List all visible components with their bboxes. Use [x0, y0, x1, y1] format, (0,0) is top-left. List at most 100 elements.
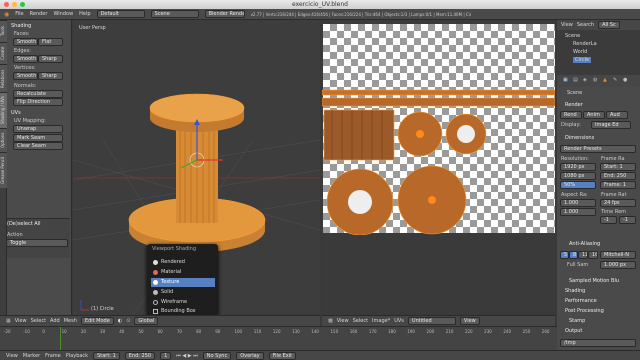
render-tab-icon[interactable]: ▣: [563, 77, 568, 83]
minimize-icon[interactable]: [12, 2, 17, 7]
orientation-dropdown[interactable]: Global: [134, 317, 159, 325]
post-processing-panel[interactable]: Post Processing: [565, 308, 604, 314]
aa-samples-8[interactable]: 8: [569, 251, 578, 259]
menu-mesh[interactable]: Mesh: [64, 318, 77, 324]
edges-smooth-button[interactable]: Smooth: [13, 55, 38, 63]
tab-shading-uvs[interactable]: Shading / UVs: [0, 92, 7, 128]
menu-render[interactable]: Render: [30, 11, 48, 17]
editor-type-icon[interactable]: ▦: [6, 318, 11, 324]
action-dropdown[interactable]: Toggle: [6, 239, 68, 247]
playback-controls[interactable]: ⏮ ◀ ▶ ⏭: [176, 353, 197, 359]
aa-samples-11[interactable]: 11: [578, 251, 588, 259]
faces-flat-button[interactable]: Flat: [38, 38, 63, 46]
mark-seam-button[interactable]: Mark Seam: [13, 134, 63, 142]
operator-title[interactable]: (De)select All: [7, 221, 40, 227]
outliner-item-circle[interactable]: Circle: [573, 57, 592, 63]
shading-wireframe-item[interactable]: Wireframe: [151, 298, 215, 307]
render-presets-dropdown[interactable]: Render Presets: [560, 145, 636, 153]
viewport-shading-button[interactable]: ◐: [118, 318, 122, 324]
pivot-icon[interactable]: ⊙: [126, 318, 130, 324]
uvs-panel-title[interactable]: UVs: [11, 110, 21, 116]
properties-tabs[interactable]: ▣ ▤ ◈ ◍ ▲ ✎ ●: [557, 75, 640, 87]
display-dropdown[interactable]: Image Ed: [591, 121, 631, 129]
resolution-y-field[interactable]: 1080 px: [560, 172, 596, 180]
uv-view-dropdown[interactable]: View: [459, 317, 480, 325]
shading-texture-item[interactable]: Texture: [151, 278, 215, 287]
timeline-view-menu[interactable]: View: [6, 353, 18, 359]
render-button[interactable]: Rend: [560, 111, 582, 119]
layout-selector[interactable]: Default: [96, 10, 145, 18]
faces-smooth-button[interactable]: Smooth: [13, 38, 38, 46]
uv-menu-image[interactable]: Image*: [372, 318, 390, 324]
outliner-item-scene[interactable]: Scene: [565, 33, 580, 39]
resolution-percent-slider[interactable]: 50%: [560, 181, 596, 189]
animation-button[interactable]: Anim: [583, 111, 605, 119]
unwrap-menu[interactable]: Unwrap: [13, 125, 63, 133]
outliner-search-menu[interactable]: Search: [577, 22, 594, 28]
outliner-filter[interactable]: All Sc: [598, 21, 620, 29]
timeline[interactable]: -20 -10 0 10 20 30 40 50 60 70 80 90 100 110 120 130 140…: [0, 326, 557, 351]
outliner-item-world[interactable]: World: [573, 49, 587, 55]
sync-dropdown[interactable]: No Sync: [202, 351, 232, 360]
image-selector[interactable]: Untitled: [407, 317, 456, 325]
aa-size-field[interactable]: 1.000 px: [600, 261, 636, 269]
aa-samples-16[interactable]: 16: [588, 251, 598, 259]
full-sample-checkbox[interactable]: Full Sam: [567, 262, 588, 268]
tab-relations[interactable]: Relations: [0, 64, 7, 92]
aspect-y-field[interactable]: 1.000: [560, 208, 596, 216]
performance-panel[interactable]: Performance: [565, 298, 597, 304]
overlay-button[interactable]: Overlay: [236, 351, 264, 360]
blender-logo-icon[interactable]: ◉: [4, 11, 9, 18]
shading-solid-item[interactable]: Solid: [151, 288, 215, 297]
shading-rendered-item[interactable]: Rendered: [151, 258, 215, 267]
current-frame-indicator[interactable]: [60, 327, 61, 351]
file-exit-button[interactable]: File Exit: [268, 351, 297, 360]
tab-options[interactable]: Options: [0, 128, 7, 152]
edges-sharp-button[interactable]: Sharp: [38, 55, 63, 63]
clear-seam-button[interactable]: Clear Seam: [13, 142, 63, 150]
tab-create[interactable]: Create: [0, 42, 7, 64]
current-frame-field[interactable]: 1: [160, 351, 172, 360]
uv-menu-view[interactable]: View: [337, 318, 349, 324]
mode-dropdown[interactable]: Edit Mode: [80, 317, 114, 325]
scene-tab-icon[interactable]: ◈: [583, 77, 587, 83]
vertices-smooth-button[interactable]: Smooth: [13, 72, 38, 80]
aa-filter-dropdown[interactable]: Mitchell-N: [600, 251, 636, 259]
menu-help[interactable]: Help: [79, 11, 90, 17]
uv-editor-type-icon[interactable]: ▩: [328, 318, 333, 324]
layers-tab-icon[interactable]: ▤: [573, 77, 578, 83]
aa-samples-5[interactable]: 5: [560, 251, 569, 259]
vertices-sharp-button[interactable]: Sharp: [38, 72, 63, 80]
output-panel[interactable]: Output: [565, 328, 582, 334]
timeline-frame-menu[interactable]: Frame: [45, 353, 61, 359]
close-icon[interactable]: [4, 2, 9, 7]
anti-aliasing-panel-title[interactable]: Anti-Aliasing: [569, 241, 600, 247]
outliner-view-menu[interactable]: View: [561, 22, 573, 28]
shading-material-item[interactable]: Material: [151, 268, 215, 277]
output-path-field[interactable]: /tmp: [560, 339, 636, 347]
timeline-marker-menu[interactable]: Marker: [23, 353, 40, 359]
resolution-x-field[interactable]: 1920 px: [560, 163, 596, 171]
maximize-icon[interactable]: [20, 2, 25, 7]
shading-panel[interactable]: Shading: [565, 288, 585, 294]
uv-menu-select[interactable]: Select: [353, 318, 368, 324]
frame-start-field[interactable]: Start: 1: [600, 163, 636, 171]
frame-end-field[interactable]: End: 250: [600, 172, 636, 180]
stamp-panel[interactable]: Stamp: [569, 318, 585, 324]
shading-panel-title[interactable]: Shading: [11, 23, 31, 29]
aspect-x-field[interactable]: 1.000: [560, 199, 596, 207]
menu-file[interactable]: File: [15, 11, 23, 17]
audio-button[interactable]: Aud: [606, 111, 628, 119]
outliner-item-renderlayers[interactable]: RenderLa: [573, 41, 597, 47]
object-tab-icon[interactable]: ▲: [603, 77, 607, 83]
frame-step-field[interactable]: Frame: 1: [600, 181, 636, 189]
menu-window[interactable]: Window: [53, 11, 73, 17]
timeline-playback-menu[interactable]: Playback: [66, 353, 88, 359]
menu-select[interactable]: Select: [31, 318, 46, 324]
window-controls[interactable]: [4, 2, 25, 7]
flip-direction-button[interactable]: Flip Direction: [13, 98, 63, 106]
fps-dropdown[interactable]: 24 fps: [600, 199, 636, 207]
tab-tools[interactable]: Tools: [0, 20, 7, 42]
end-frame-field[interactable]: End: 250: [124, 351, 156, 360]
start-frame-field[interactable]: Start: 1: [93, 351, 120, 360]
